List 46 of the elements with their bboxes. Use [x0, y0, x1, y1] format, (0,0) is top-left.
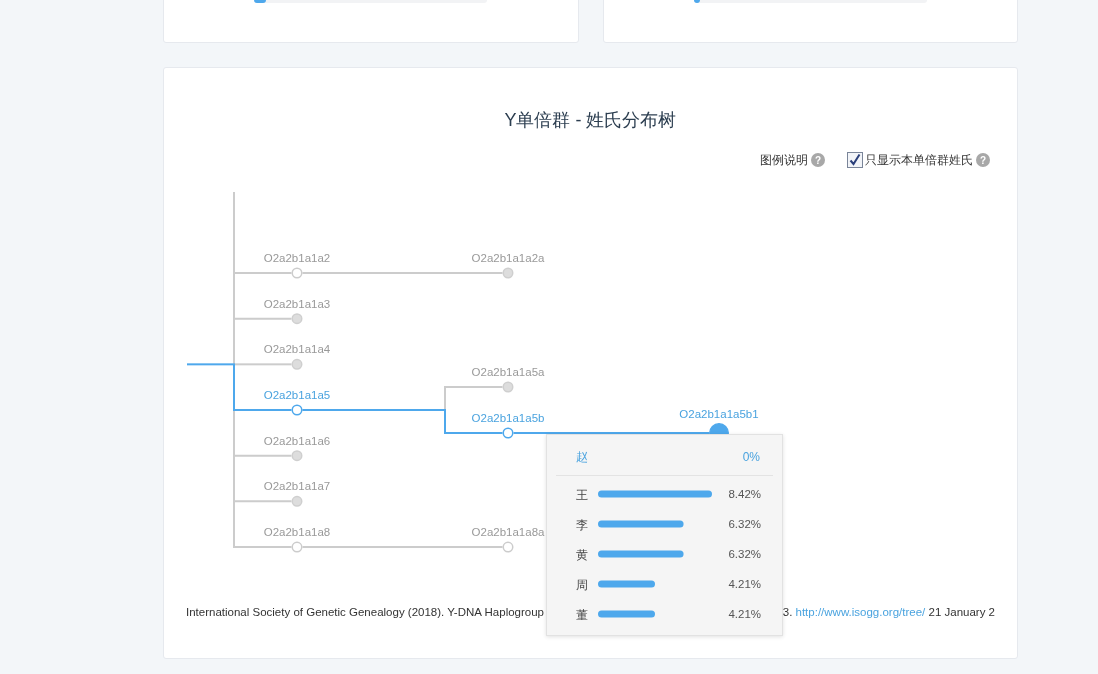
node-label: O2a2b1a1a8a: [471, 526, 545, 538]
citation-text: International Society of Genetic Genealogy (2018). Y-DNA Haplogroup: [186, 605, 544, 620]
percentage-value: 6.32%: [728, 548, 761, 560]
percentage-value: 0%: [742, 449, 760, 466]
percentage-value: 4.21%: [728, 608, 761, 620]
citation-link[interactable]: http://www.isogg.org/tree/: [795, 606, 926, 618]
node-label: O2a2b1a1a5: [263, 389, 331, 401]
percentage-value: 8.42%: [728, 488, 761, 500]
surname-label: 赵: [576, 449, 588, 466]
tree-node[interactable]: [291, 450, 303, 462]
node-label: O2a2b1a1a2a: [471, 252, 545, 264]
help-icon[interactable]: ?: [976, 153, 990, 167]
node-label: O2a2b1a1a4: [263, 343, 331, 356]
surname-label: 王: [576, 487, 588, 502]
surname-label: 李: [576, 517, 588, 532]
frequency-bar: [598, 580, 655, 588]
help-icon[interactable]: ?: [811, 153, 825, 167]
percentage-value: 6.32%: [728, 518, 761, 530]
filter-label: 只显示本单倍群姓氏: [865, 152, 973, 168]
tree-node[interactable]: [502, 541, 514, 553]
tree-node[interactable]: [291, 541, 303, 553]
surname-label: 周: [576, 577, 588, 592]
panel-title: Y单倍群 - 姓氏分布树: [503, 109, 678, 132]
node-label: O2a2b1a1a6: [263, 434, 331, 447]
node-label: O2a2b1a1a5b: [471, 412, 545, 424]
tree-node[interactable]: [502, 267, 514, 279]
legend-link[interactable]: 图例说明: [760, 152, 808, 168]
node-label: O2a2b1a1a2: [263, 252, 331, 264]
tree-node[interactable]: [291, 495, 303, 507]
filter-checkbox[interactable]: [847, 152, 863, 168]
tree-node[interactable]: [291, 358, 303, 370]
citation-text: 3. http://www.isogg.org/tree/ 21 January 2: [782, 605, 995, 620]
node-label: O2a2b1a1a5a: [471, 366, 545, 378]
node-label: O2a2b1a1a7: [263, 480, 331, 493]
frequency-bar: [598, 610, 655, 618]
tree-node[interactable]: [291, 313, 303, 325]
surname-label: 董: [576, 607, 588, 622]
tree-node[interactable]: [291, 267, 303, 279]
surname-label: 黄: [576, 547, 588, 562]
tree-node[interactable]: [502, 427, 514, 439]
tree-node[interactable]: [502, 381, 514, 393]
percentage-value: 4.21%: [728, 578, 761, 590]
node-label: O2a2b1a1a8: [263, 526, 331, 538]
node-label: O2a2b1a1a3: [263, 297, 331, 310]
node-label: O2a2b1a1a5b1: [679, 408, 759, 420]
tree-node[interactable]: [291, 404, 303, 416]
